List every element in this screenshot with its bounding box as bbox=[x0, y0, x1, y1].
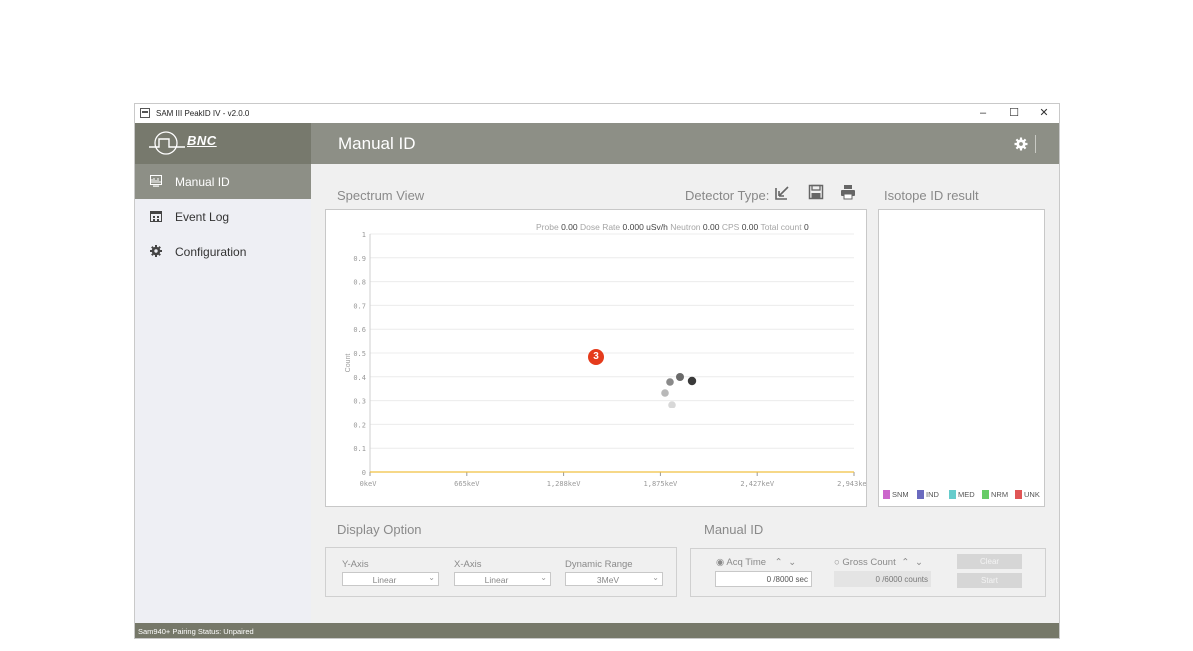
display-option-label: Display Option bbox=[337, 522, 422, 537]
y-tick-label: 0.2 bbox=[353, 421, 366, 429]
y-tick-label: 0.3 bbox=[353, 398, 366, 406]
sidebar-item-configuration[interactable]: Configuration bbox=[135, 234, 311, 269]
import-icon[interactable] bbox=[775, 184, 791, 200]
y-tick-label: 0 bbox=[362, 469, 366, 477]
y-tick-label: 0.9 bbox=[353, 255, 366, 263]
legend-ind: IND bbox=[917, 490, 939, 499]
chevron-down-icon: ⌄ bbox=[428, 573, 435, 582]
maximize-button[interactable]: ☐ bbox=[999, 104, 1029, 123]
app-window: SAM III PeakID IV - v2.0.0 – ☐ ✕ BNC Man… bbox=[134, 103, 1060, 639]
dynamic-range-value: 3MeV bbox=[596, 575, 620, 585]
calendar-icon bbox=[150, 211, 162, 222]
dynamic-range-select[interactable]: 3MeV ⌄ bbox=[565, 572, 663, 586]
sidebar-item-label: Manual ID bbox=[175, 175, 230, 189]
isotope-result-label: Isotope ID result bbox=[884, 188, 979, 203]
display-option-panel: Y-Axis Linear ⌄ X-Axis Linear ⌄ Dynamic … bbox=[325, 547, 677, 597]
acq-time-option[interactable]: ◉ Acq Time ⌃ ⌄ bbox=[716, 557, 796, 568]
sidebar-item-manual-id[interactable]: Manual ID bbox=[135, 164, 311, 199]
decrement-icon[interactable]: ⌄ bbox=[788, 557, 796, 568]
header-divider bbox=[1035, 135, 1036, 153]
y-tick-label: 0.6 bbox=[353, 326, 366, 334]
increment-icon[interactable]: ⌃ bbox=[901, 557, 909, 568]
y-tick-label: 0.4 bbox=[353, 374, 366, 382]
legend-snm: SNM bbox=[883, 490, 909, 499]
app-icon bbox=[140, 108, 150, 118]
y-axis-select[interactable]: Linear ⌄ bbox=[342, 572, 439, 586]
y-tick-label: 0.1 bbox=[353, 445, 366, 453]
spectrum-icon bbox=[150, 175, 162, 187]
sidebar-item-label: Configuration bbox=[175, 245, 247, 259]
brand-logo: BNC bbox=[135, 123, 311, 164]
legend-unk: UNK bbox=[1015, 490, 1040, 499]
acq-time-label: Acq Time bbox=[726, 557, 767, 568]
pairing-status: Sam940+ Pairing Status: Unpaired bbox=[138, 627, 254, 636]
y-tick-label: 1 bbox=[362, 231, 366, 239]
annotation-badge: 3 bbox=[588, 349, 604, 365]
x-tick-label: 2,943keV bbox=[837, 480, 866, 488]
chevron-down-icon: ⌄ bbox=[540, 573, 547, 582]
radio-selected-icon[interactable]: ◉ bbox=[716, 557, 724, 568]
legend-swatch bbox=[949, 490, 956, 499]
decrement-icon[interactable]: ⌄ bbox=[915, 557, 923, 568]
x-tick-label: 1,875keV bbox=[644, 480, 679, 488]
gross-count-value: 0 /6000 counts bbox=[875, 575, 928, 584]
legend-med: MED bbox=[949, 490, 975, 499]
radio-unselected-icon[interactable]: ○ bbox=[834, 557, 840, 568]
gross-count-field[interactable]: 0 /6000 counts bbox=[834, 571, 931, 587]
minimize-button[interactable]: – bbox=[968, 104, 998, 123]
x-tick-label: 665keV bbox=[454, 480, 480, 488]
y-axis-value: Linear bbox=[372, 575, 397, 585]
brand-name: BNC bbox=[187, 133, 217, 148]
spectrum-view-label: Spectrum View bbox=[337, 188, 425, 203]
x-axis-label: X-Axis bbox=[454, 559, 482, 570]
clear-button[interactable]: Clear bbox=[957, 554, 1022, 569]
y-tick-label: 0.5 bbox=[353, 350, 366, 358]
manual-id-panel: ◉ Acq Time ⌃ ⌄ 0 /8000 sec ○ Gross Count… bbox=[690, 548, 1046, 597]
legend-swatch bbox=[1015, 490, 1022, 499]
gear-icon bbox=[150, 245, 162, 257]
y-tick-label: 0.7 bbox=[353, 302, 366, 310]
legend-nrm: NRM bbox=[982, 490, 1008, 499]
dynamic-range-label: Dynamic Range bbox=[565, 559, 633, 570]
page-header: Manual ID bbox=[311, 123, 1059, 164]
acq-time-field[interactable]: 0 /8000 sec bbox=[715, 571, 812, 587]
print-icon[interactable] bbox=[840, 184, 856, 200]
y-axis-label: Y-Axis bbox=[342, 559, 369, 570]
y-tick-label: 0.8 bbox=[353, 279, 366, 287]
gross-count-option[interactable]: ○ Gross Count ⌃ ⌄ bbox=[834, 557, 923, 568]
loading-spinner-icon bbox=[661, 373, 697, 408]
title-bar: SAM III PeakID IV - v2.0.0 – ☐ ✕ bbox=[135, 104, 1059, 123]
x-axis-value: Linear bbox=[484, 575, 509, 585]
sidebar-item-label: Event Log bbox=[175, 210, 230, 224]
sidebar-item-event-log[interactable]: Event Log bbox=[135, 199, 311, 234]
acq-time-value: 0 /8000 sec bbox=[766, 575, 808, 584]
x-tick-label: 0keV bbox=[360, 480, 378, 488]
legend-swatch bbox=[982, 490, 989, 499]
page-title: Manual ID bbox=[338, 134, 416, 153]
x-tick-label: 1,288keV bbox=[547, 480, 582, 488]
detector-type-label: Detector Type: bbox=[685, 188, 770, 203]
start-button[interactable]: Start bbox=[957, 573, 1022, 588]
sidebar: BNC Manual ID Event Log Configuration bbox=[135, 123, 311, 623]
save-icon[interactable] bbox=[808, 184, 824, 200]
close-button[interactable]: ✕ bbox=[1029, 104, 1059, 123]
increment-icon[interactable]: ⌃ bbox=[775, 557, 783, 568]
chevron-down-icon: ⌄ bbox=[652, 573, 659, 582]
window-title: SAM III PeakID IV - v2.0.0 bbox=[156, 109, 250, 118]
x-tick-label: 2,427keV bbox=[740, 480, 775, 488]
isotope-result-panel: SNM IND MED NRM UNK bbox=[878, 209, 1045, 507]
legend-swatch bbox=[883, 490, 890, 499]
bnc-logo-icon bbox=[149, 131, 185, 155]
manual-id-section-label: Manual ID bbox=[704, 522, 764, 537]
y-axis-title: Count bbox=[345, 354, 352, 373]
settings-gear-icon[interactable] bbox=[1014, 137, 1028, 151]
x-axis-select[interactable]: Linear ⌄ bbox=[454, 572, 551, 586]
legend-swatch bbox=[917, 490, 924, 499]
status-bar: Sam940+ Pairing Status: Unpaired bbox=[135, 623, 1059, 638]
gross-count-label: Gross Count bbox=[842, 557, 896, 568]
